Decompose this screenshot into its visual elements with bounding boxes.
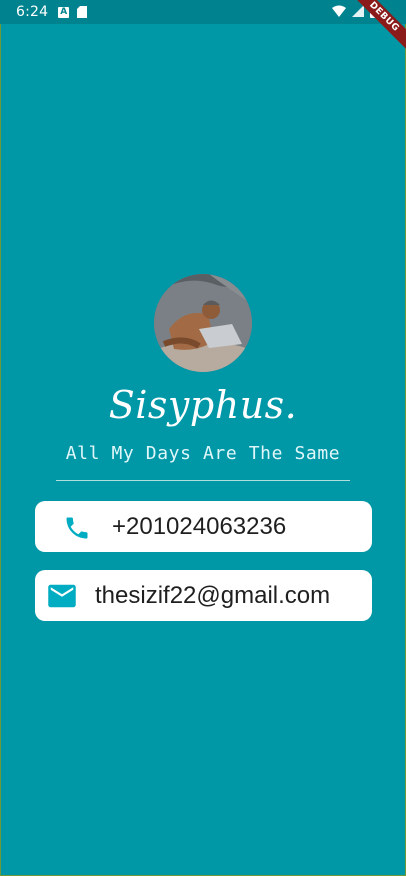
phone-card[interactable]: +201024063236 xyxy=(35,501,372,552)
signal-icon xyxy=(352,5,364,17)
profile-name: Sisyphus. xyxy=(108,383,298,427)
device-frame xyxy=(0,0,406,876)
divider xyxy=(56,480,350,481)
notification-a-icon: A xyxy=(58,6,70,18)
status-bar: 6:24 A xyxy=(0,0,406,24)
profile-tagline: All My Days Are The Same xyxy=(65,443,341,464)
avatar xyxy=(154,274,252,372)
email-card[interactable]: thesizif22@gmail.com xyxy=(35,570,372,621)
avatar-image xyxy=(154,274,252,372)
mail-icon xyxy=(48,584,76,608)
sd-card-icon xyxy=(77,6,88,18)
status-time: 6:24 xyxy=(16,4,49,20)
wifi-icon xyxy=(332,5,346,17)
phone-number: +201024063236 xyxy=(112,513,287,540)
phone-icon xyxy=(66,517,88,539)
email-address: thesizif22@gmail.com xyxy=(95,582,331,609)
